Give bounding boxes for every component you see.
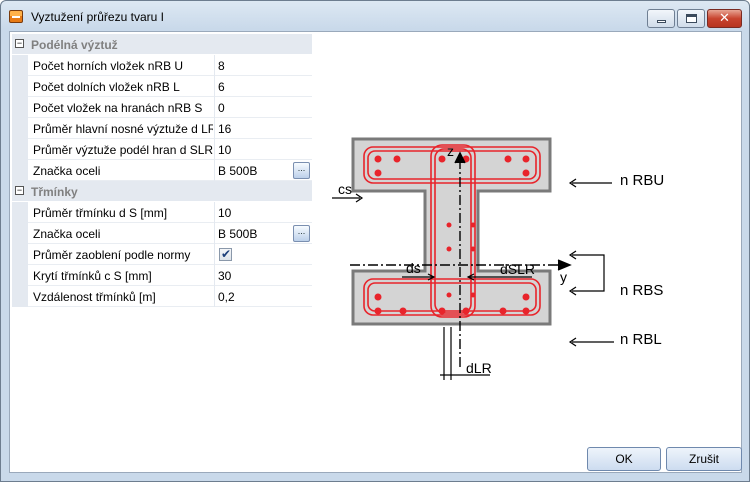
property-row[interactable]: Značka oceli B 500B ... <box>12 223 312 244</box>
row-gutter <box>12 265 28 286</box>
maximize-icon <box>686 14 697 23</box>
property-value[interactable]: B 500B <box>218 227 257 241</box>
property-name: Počet horních vložek nRB U <box>33 59 184 73</box>
row-gutter <box>12 139 28 160</box>
row-gutter <box>12 244 28 265</box>
checkmark-icon: ✔ <box>221 247 232 261</box>
property-row[interactable]: Značka oceli B 500B ... <box>12 160 312 181</box>
dialog-icon <box>9 10 23 23</box>
column-divider <box>214 76 215 97</box>
minimize-icon <box>657 20 666 23</box>
property-row[interactable]: Průměr třmínku d S [mm] 10 <box>12 202 312 223</box>
concrete-section <box>351 137 552 326</box>
ok-button[interactable]: OK <box>587 447 661 471</box>
close-button[interactable]: ✕ <box>707 9 742 28</box>
column-divider <box>214 139 215 160</box>
row-gutter <box>12 286 28 307</box>
row-gutter <box>12 223 28 244</box>
collapse-icon[interactable]: − <box>15 39 24 48</box>
column-divider <box>214 286 215 307</box>
property-row[interactable]: Vzdálenost třmínků [m] 0,2 <box>12 286 312 307</box>
main-bar-diameter-label: dLR <box>466 360 492 376</box>
property-row[interactable]: Počet horních vložek nRB U 8 <box>12 55 312 76</box>
category-stirrups[interactable]: − Třmínky <box>12 181 312 202</box>
row-gutter <box>12 202 28 223</box>
property-value[interactable]: 30 <box>218 269 231 283</box>
property-value[interactable]: 10 <box>218 143 231 157</box>
property-name: Počet dolních vložek nRB L <box>33 80 180 94</box>
column-divider <box>214 160 215 181</box>
row-gutter <box>12 76 28 97</box>
property-row[interactable]: Počet vložek na hranách nRB S 0 <box>12 97 312 118</box>
column-divider <box>214 223 215 244</box>
property-name: Průměr zaoblení podle normy <box>33 248 191 262</box>
cancel-button[interactable]: Zrušit <box>666 447 742 471</box>
title-bar[interactable]: Vyztužení průřezu tvaru I ✕ <box>1 1 749 31</box>
edge-bars-label: n RBS <box>620 282 663 299</box>
top-bars-label: n RBU <box>620 172 664 189</box>
property-name: Průměr hlavní nosné výztuže d LR <box>33 122 213 136</box>
property-name: Značka oceli <box>33 227 101 241</box>
z-axis-label: z <box>447 143 454 159</box>
property-name: Vzdálenost třmínků [m] <box>33 290 156 304</box>
column-divider <box>214 202 215 223</box>
column-divider <box>214 265 215 286</box>
column-divider <box>214 244 215 265</box>
column-divider <box>214 55 215 76</box>
minimize-button[interactable] <box>647 9 675 28</box>
property-name: Krytí třmínků c S [mm] <box>33 269 152 283</box>
row-gutter <box>12 97 28 118</box>
y-axis-label: y <box>560 269 567 285</box>
standard-bend-radius-checkbox[interactable]: ✔ <box>219 247 232 261</box>
edge-bar-diameter-label: dSLR <box>500 261 535 277</box>
window-title: Vyztužení průřezu tvaru I <box>31 10 164 24</box>
property-row[interactable]: Průměr výztuže podél hran d SLR 10 <box>12 139 312 160</box>
property-value[interactable]: 10 <box>218 206 231 220</box>
category-label: Třmínky <box>31 185 78 199</box>
property-value[interactable]: 8 <box>218 59 225 73</box>
property-value[interactable]: B 500B <box>218 164 257 178</box>
property-row[interactable]: Průměr hlavní nosné výztuže d LR 16 <box>12 118 312 139</box>
property-name: Počet vložek na hranách nRB S <box>33 101 203 115</box>
maximize-button[interactable] <box>677 9 705 28</box>
cover-label: cs <box>338 181 352 197</box>
property-name: Průměr výztuže podél hran d SLR <box>33 143 213 157</box>
dialog-content: − Podélná výztuž Počet horních vložek nR… <box>9 31 742 473</box>
column-divider <box>214 97 215 118</box>
dialog-window: Vyztužení průřezu tvaru I ✕ − Podélná vý… <box>0 0 750 482</box>
property-row[interactable]: Krytí třmínků c S [mm] 30 <box>12 265 312 286</box>
steel-grade-browse-button[interactable]: ... <box>293 162 310 179</box>
row-gutter <box>12 160 28 181</box>
row-gutter <box>12 118 28 139</box>
property-value[interactable]: 16 <box>218 122 231 136</box>
collapse-icon[interactable]: − <box>15 186 24 195</box>
property-value[interactable]: 0 <box>218 101 225 115</box>
stirrup-steel-grade-browse-button[interactable]: ... <box>293 225 310 242</box>
property-grid: − Podélná výztuž Počet horních vložek nR… <box>12 34 312 307</box>
bottom-bars-label: n RBL <box>620 331 662 348</box>
property-row[interactable]: Počet dolních vložek nRB L 6 <box>12 76 312 97</box>
property-row[interactable]: Průměr zaoblení podle normy ✔ <box>12 244 312 265</box>
category-longitudinal-reinforcement[interactable]: − Podélná výztuž <box>12 34 312 55</box>
stirrup-diameter-label: ds <box>406 260 421 276</box>
i-section-diagram: z y cs ds dSLR dLR n RBU n RBS n RBL <box>332 137 664 380</box>
category-label: Podélná výztuž <box>31 38 118 52</box>
column-divider <box>214 118 215 139</box>
property-name: Značka oceli <box>33 164 101 178</box>
property-value[interactable]: 0,2 <box>218 290 235 304</box>
close-icon: ✕ <box>719 11 730 26</box>
property-name: Průměr třmínku d S [mm] <box>33 206 168 220</box>
property-value[interactable]: 6 <box>218 80 225 94</box>
row-gutter <box>12 55 28 76</box>
